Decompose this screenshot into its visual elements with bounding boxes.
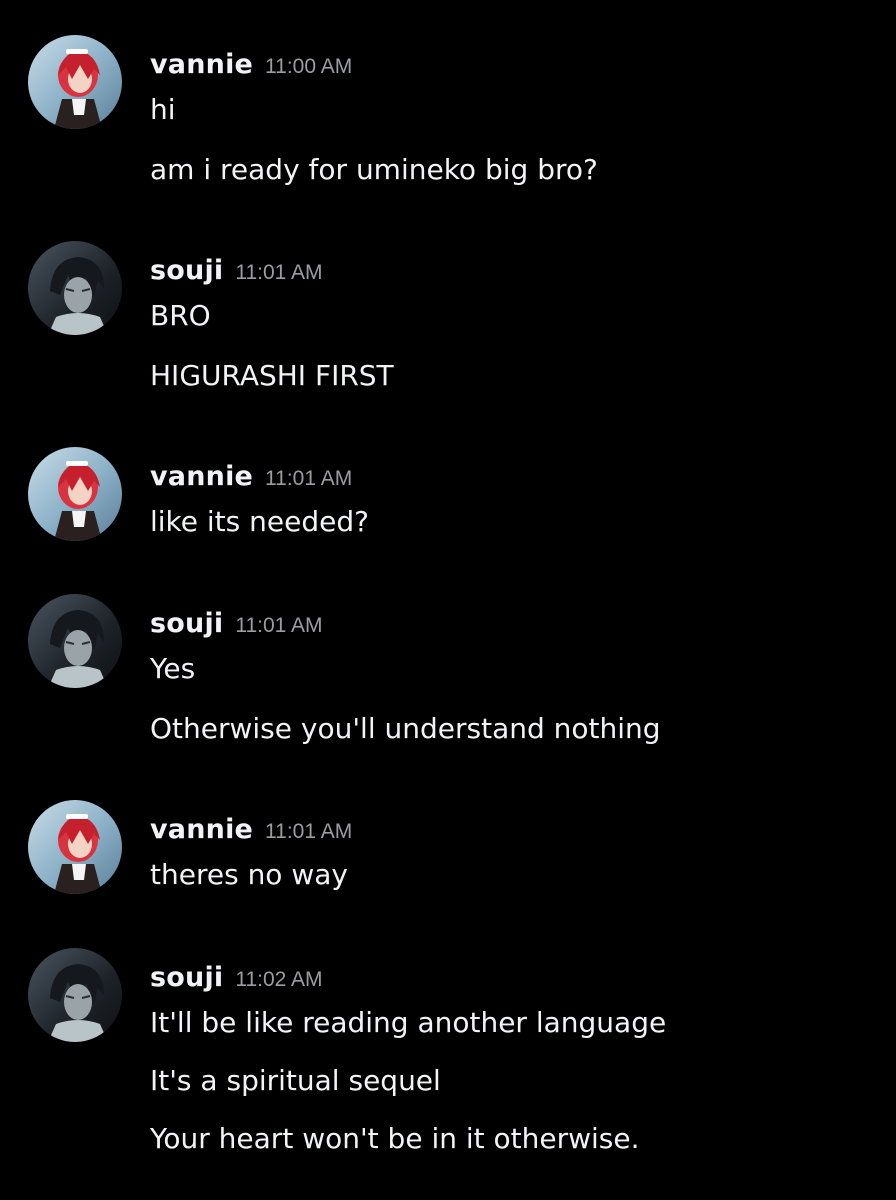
username[interactable]: vannie [150,814,253,845]
message-text: It'll be like reading another language [150,1006,667,1039]
souji-avatar-icon[interactable] [28,948,122,1042]
message-header: vannie 11:00 AM [150,49,352,93]
timestamp: 11:01 AM [235,261,323,284]
username[interactable]: vannie [150,461,253,492]
username[interactable]: souji [150,962,223,993]
message-header: souji 11:01 AM [150,255,323,299]
message-header: vannie 11:01 AM [150,461,352,505]
timestamp: 11:01 AM [265,467,353,490]
message-text: hi [150,93,176,126]
message-text: Your heart won't be in it otherwise. [150,1122,640,1155]
message-text: theres no way [150,858,348,891]
message-text: BRO [150,299,211,332]
message-header: souji 11:01 AM [150,608,323,652]
username[interactable]: souji [150,255,223,286]
timestamp: 11:02 AM [235,968,323,991]
message-text: HIGURASHI FIRST [150,359,394,392]
message-text: Yes [150,652,196,685]
vannie-avatar-icon[interactable] [28,35,122,129]
timestamp: 11:01 AM [235,614,323,637]
souji-avatar-icon[interactable] [28,594,122,688]
vannie-avatar-icon[interactable] [28,447,122,541]
message-header: souji 11:02 AM [150,962,323,1006]
message-header: vannie 11:01 AM [150,814,352,858]
message-text: like its needed? [150,505,369,538]
timestamp: 11:00 AM [265,55,353,78]
message-text: It's a spiritual sequel [150,1064,441,1097]
souji-avatar-icon[interactable] [28,241,122,335]
message-text: am i ready for umineko big bro? [150,153,598,186]
username[interactable]: souji [150,608,223,639]
vannie-avatar-icon[interactable] [28,800,122,894]
username[interactable]: vannie [150,49,253,80]
message-text: Otherwise you'll understand nothing [150,712,661,745]
timestamp: 11:01 AM [265,820,353,843]
